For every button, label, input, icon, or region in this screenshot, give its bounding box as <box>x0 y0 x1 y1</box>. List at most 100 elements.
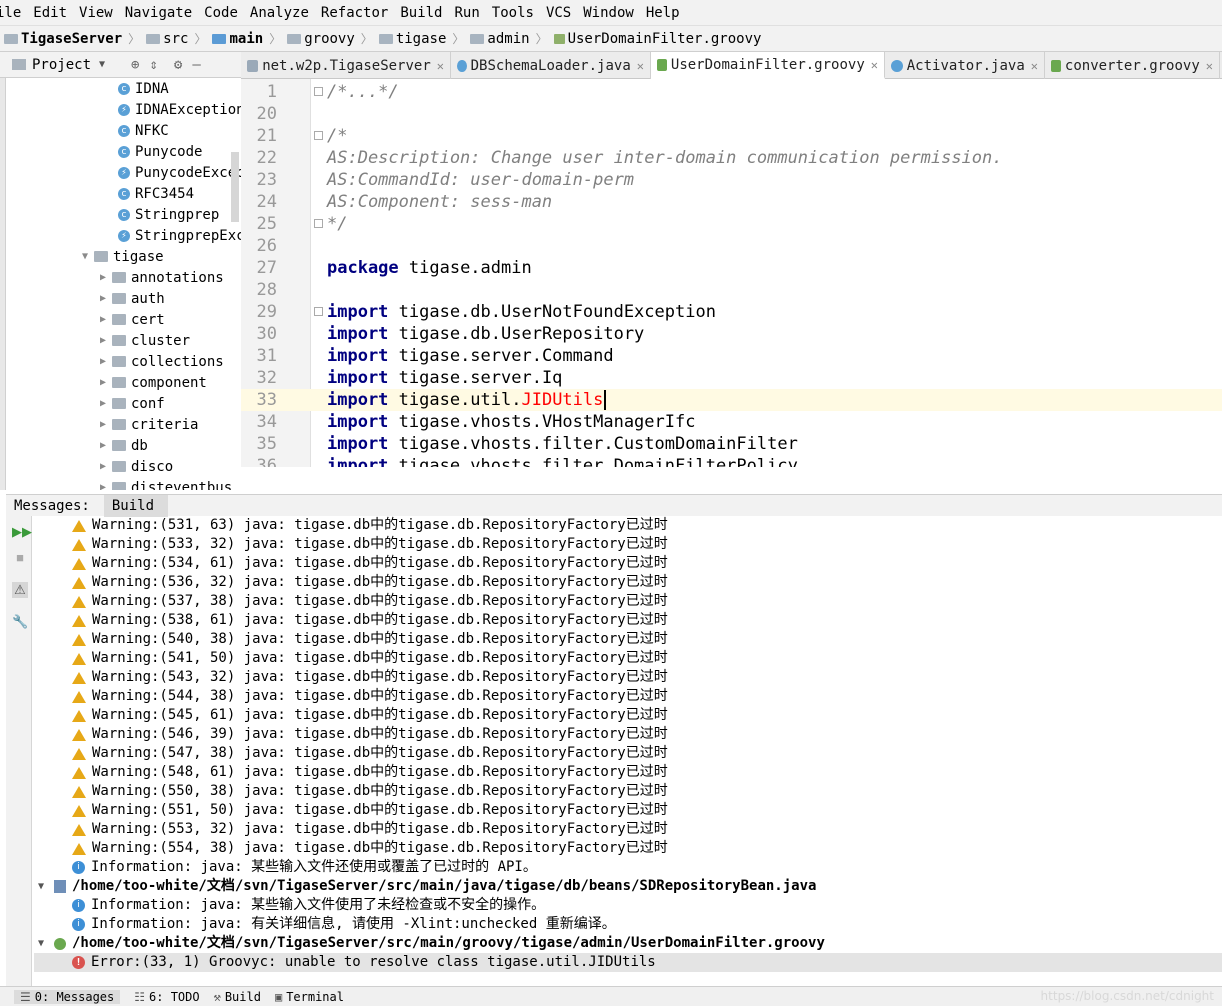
tree-item[interactable]: ▶ cert <box>94 309 165 330</box>
collapse-arrow-icon[interactable]: ▶ <box>94 293 112 304</box>
project-view-selector[interactable]: Project <box>32 57 91 73</box>
code-line[interactable]: 31 import tigase.server.Command <box>241 345 1222 367</box>
breadcrumb-item[interactable]: 〉 main <box>188 30 263 47</box>
menu-item-window[interactable]: Window <box>583 5 640 21</box>
menu-item-tools[interactable]: Tools <box>492 5 540 21</box>
build-tool-button[interactable]: ⚒ Build <box>214 990 261 1004</box>
code-line[interactable]: 32 import tigase.server.Iq <box>241 367 1222 389</box>
code-line[interactable]: 24 AS:Component: sess-man <box>241 191 1222 213</box>
message-row[interactable]: Warning:(544, 38) java: tigase.db中的tigas… <box>72 687 668 706</box>
message-row[interactable]: Warning:(551, 50) java: tigase.db中的tigas… <box>72 801 668 820</box>
message-row[interactable]: Warning:(553, 32) java: tigase.db中的tigas… <box>72 820 668 839</box>
menu-item-code[interactable]: Code <box>204 5 244 21</box>
message-row[interactable]: Warning:(543, 32) java: tigase.db中的tigas… <box>72 668 668 687</box>
message-row[interactable]: Warning:(538, 61) java: tigase.db中的tigas… <box>72 611 668 630</box>
tree-item[interactable]: ▼ tigase <box>76 246 164 267</box>
collapse-arrow-icon[interactable]: ▶ <box>94 377 112 388</box>
breadcrumb-item[interactable]: 〉 groovy <box>263 30 355 47</box>
code-line[interactable]: 20 <box>241 103 1222 125</box>
breadcrumb-item[interactable]: TigaseServer <box>0 31 122 47</box>
todo-tool-button[interactable]: ☷ 6: TODO <box>134 990 199 1004</box>
collapse-arrow-icon[interactable]: ▶ <box>94 272 112 283</box>
breadcrumb-item[interactable]: 〉 src <box>122 30 188 47</box>
close-icon[interactable]: ✕ <box>871 58 878 72</box>
collapse-arrow-icon[interactable]: ▶ <box>94 440 112 451</box>
fold-marker-icon[interactable] <box>314 131 323 140</box>
tree-item[interactable]: ⚡ IDNAException <box>118 99 241 120</box>
menu-item-help[interactable]: Help <box>646 5 686 21</box>
message-row[interactable]: ▼ /home/too-white/文档/svn/TigaseServer/src… <box>38 934 825 953</box>
code-line[interactable]: 35 import tigase.vhosts.filter.CustomDoma… <box>241 433 1222 455</box>
collapse-arrow-icon[interactable]: ▶ <box>94 482 112 490</box>
menu-item-analyze[interactable]: Analyze <box>250 5 315 21</box>
editor-tab[interactable]: DBSchemaLoader.java ✕ <box>451 52 651 79</box>
message-row[interactable]: Warning:(534, 61) java: tigase.db中的tigas… <box>72 554 668 573</box>
close-icon[interactable]: ✕ <box>437 59 444 73</box>
messages-tool-button[interactable]: ☰ 0: Messages <box>14 989 121 1004</box>
tree-item[interactable]: ▶ cluster <box>94 330 190 351</box>
message-row[interactable]: Warning:(548, 61) java: tigase.db中的tigas… <box>72 763 668 782</box>
collapse-arrow-icon[interactable]: ▶ <box>94 335 112 346</box>
tree-item[interactable]: ⚡ StringprepExc <box>118 225 241 246</box>
message-row[interactable]: Warning:(550, 38) java: tigase.db中的tigas… <box>72 782 668 801</box>
message-row[interactable]: i Information: java: 某些输入文件还使用或覆盖了已过时的 AP… <box>72 858 537 877</box>
collapse-arrow-icon[interactable]: ▶ <box>94 356 112 367</box>
rerun-icon[interactable]: ▶▶ <box>12 524 32 540</box>
message-row[interactable]: i Information: java: 某些输入文件使用了未经检查或不安全的操作… <box>72 896 545 915</box>
code-line[interactable]: 33 import tigase.util.JIDUtils​ <box>241 389 1222 411</box>
code-line[interactable]: 22 AS:Description: Change user inter-doma… <box>241 147 1222 169</box>
code-line[interactable]: 29 import tigase.db.UserNotFoundException <box>241 301 1222 323</box>
collapse-arrow-icon[interactable]: ▶ <box>94 461 112 472</box>
breadcrumb-item[interactable]: 〉 UserDomainFilter.groovy <box>530 30 762 47</box>
tree-item[interactable]: ▶ criteria <box>94 414 198 435</box>
menu-item-view[interactable]: View <box>79 5 119 21</box>
menu-item-ile[interactable]: ile <box>0 5 27 21</box>
code-editor[interactable]: 1 /*...*/ 20 21 /* 22 AS:Description: Change u… <box>241 79 1222 467</box>
message-row[interactable]: Warning:(545, 61) java: tigase.db中的tigas… <box>72 706 668 725</box>
tree-item[interactable]: ⚡ PunycodeExcep <box>118 162 241 183</box>
message-row[interactable]: Warning:(541, 50) java: tigase.db中的tigas… <box>72 649 668 668</box>
close-icon[interactable]: ✕ <box>637 59 644 73</box>
message-row[interactable]: Warning:(536, 32) java: tigase.db中的tigas… <box>72 573 668 592</box>
tree-item[interactable]: ▶ component <box>94 372 207 393</box>
tree-item[interactable]: ▶ collections <box>94 351 224 372</box>
message-row[interactable]: Warning:(540, 38) java: tigase.db中的tigas… <box>72 630 668 649</box>
collapse-arrow-icon[interactable]: ▶ <box>94 314 112 325</box>
breadcrumb-item[interactable]: 〉 admin <box>446 30 529 47</box>
close-icon[interactable]: ✕ <box>1031 59 1038 73</box>
fold-marker-icon[interactable] <box>314 307 323 316</box>
code-line[interactable]: 23 AS:CommandId: user-domain-perm <box>241 169 1222 191</box>
code-line[interactable]: 34 import tigase.vhosts.VHostManagerIfc <box>241 411 1222 433</box>
expand-arrow-icon[interactable]: ▼ <box>38 877 52 896</box>
menu-item-edit[interactable]: Edit <box>33 5 73 21</box>
message-row[interactable]: Warning:(547, 38) java: tigase.db中的tigas… <box>72 744 668 763</box>
gear-icon[interactable]: ⚙ <box>174 57 182 73</box>
tree-item[interactable]: ▶ auth <box>94 288 165 309</box>
editor-tab[interactable]: UserDomainFilter.groovy ✕ <box>651 52 885 79</box>
collapse-arrow-icon[interactable]: ▶ <box>94 398 112 409</box>
message-row[interactable]: Warning:(533, 32) java: tigase.db中的tigas… <box>72 535 668 554</box>
tree-item[interactable]: c IDNA <box>118 78 169 99</box>
message-row[interactable]: Warning:(554, 38) java: tigase.db中的tigas… <box>72 839 668 858</box>
tree-item[interactable]: ▶ conf <box>94 393 165 414</box>
code-line[interactable]: 26 <box>241 235 1222 257</box>
collapse-arrow-icon[interactable]: ▶ <box>94 419 112 430</box>
editor-tab[interactable]: net.w2p.TigaseServer ✕ <box>241 52 451 79</box>
code-line[interactable]: 30 import tigase.db.UserRepository <box>241 323 1222 345</box>
breadcrumb-item[interactable]: 〉 tigase <box>355 30 447 47</box>
code-line[interactable]: 28 <box>241 279 1222 301</box>
tree-item[interactable]: ▶ disco <box>94 456 173 477</box>
fold-marker-icon[interactable] <box>314 87 323 96</box>
menu-item-vcs[interactable]: VCS <box>546 5 577 21</box>
tree-item[interactable]: c Stringprep <box>118 204 219 225</box>
menu-item-build[interactable]: Build <box>400 5 448 21</box>
editor-tab[interactable]: Activator.java ✕ <box>885 52 1045 79</box>
locate-icon[interactable]: ⊕ <box>131 57 139 73</box>
message-row[interactable]: Warning:(531, 63) java: tigase.db中的tigas… <box>72 516 668 535</box>
tree-item[interactable]: c NFKC <box>118 120 169 141</box>
terminal-tool-button[interactable]: ▣ Terminal <box>275 990 344 1004</box>
expand-arrow-icon[interactable]: ▼ <box>76 251 94 262</box>
tree-item[interactable]: ▶ db <box>94 435 148 456</box>
menu-item-run[interactable]: Run <box>455 5 486 21</box>
hide-icon[interactable]: — <box>192 57 200 73</box>
